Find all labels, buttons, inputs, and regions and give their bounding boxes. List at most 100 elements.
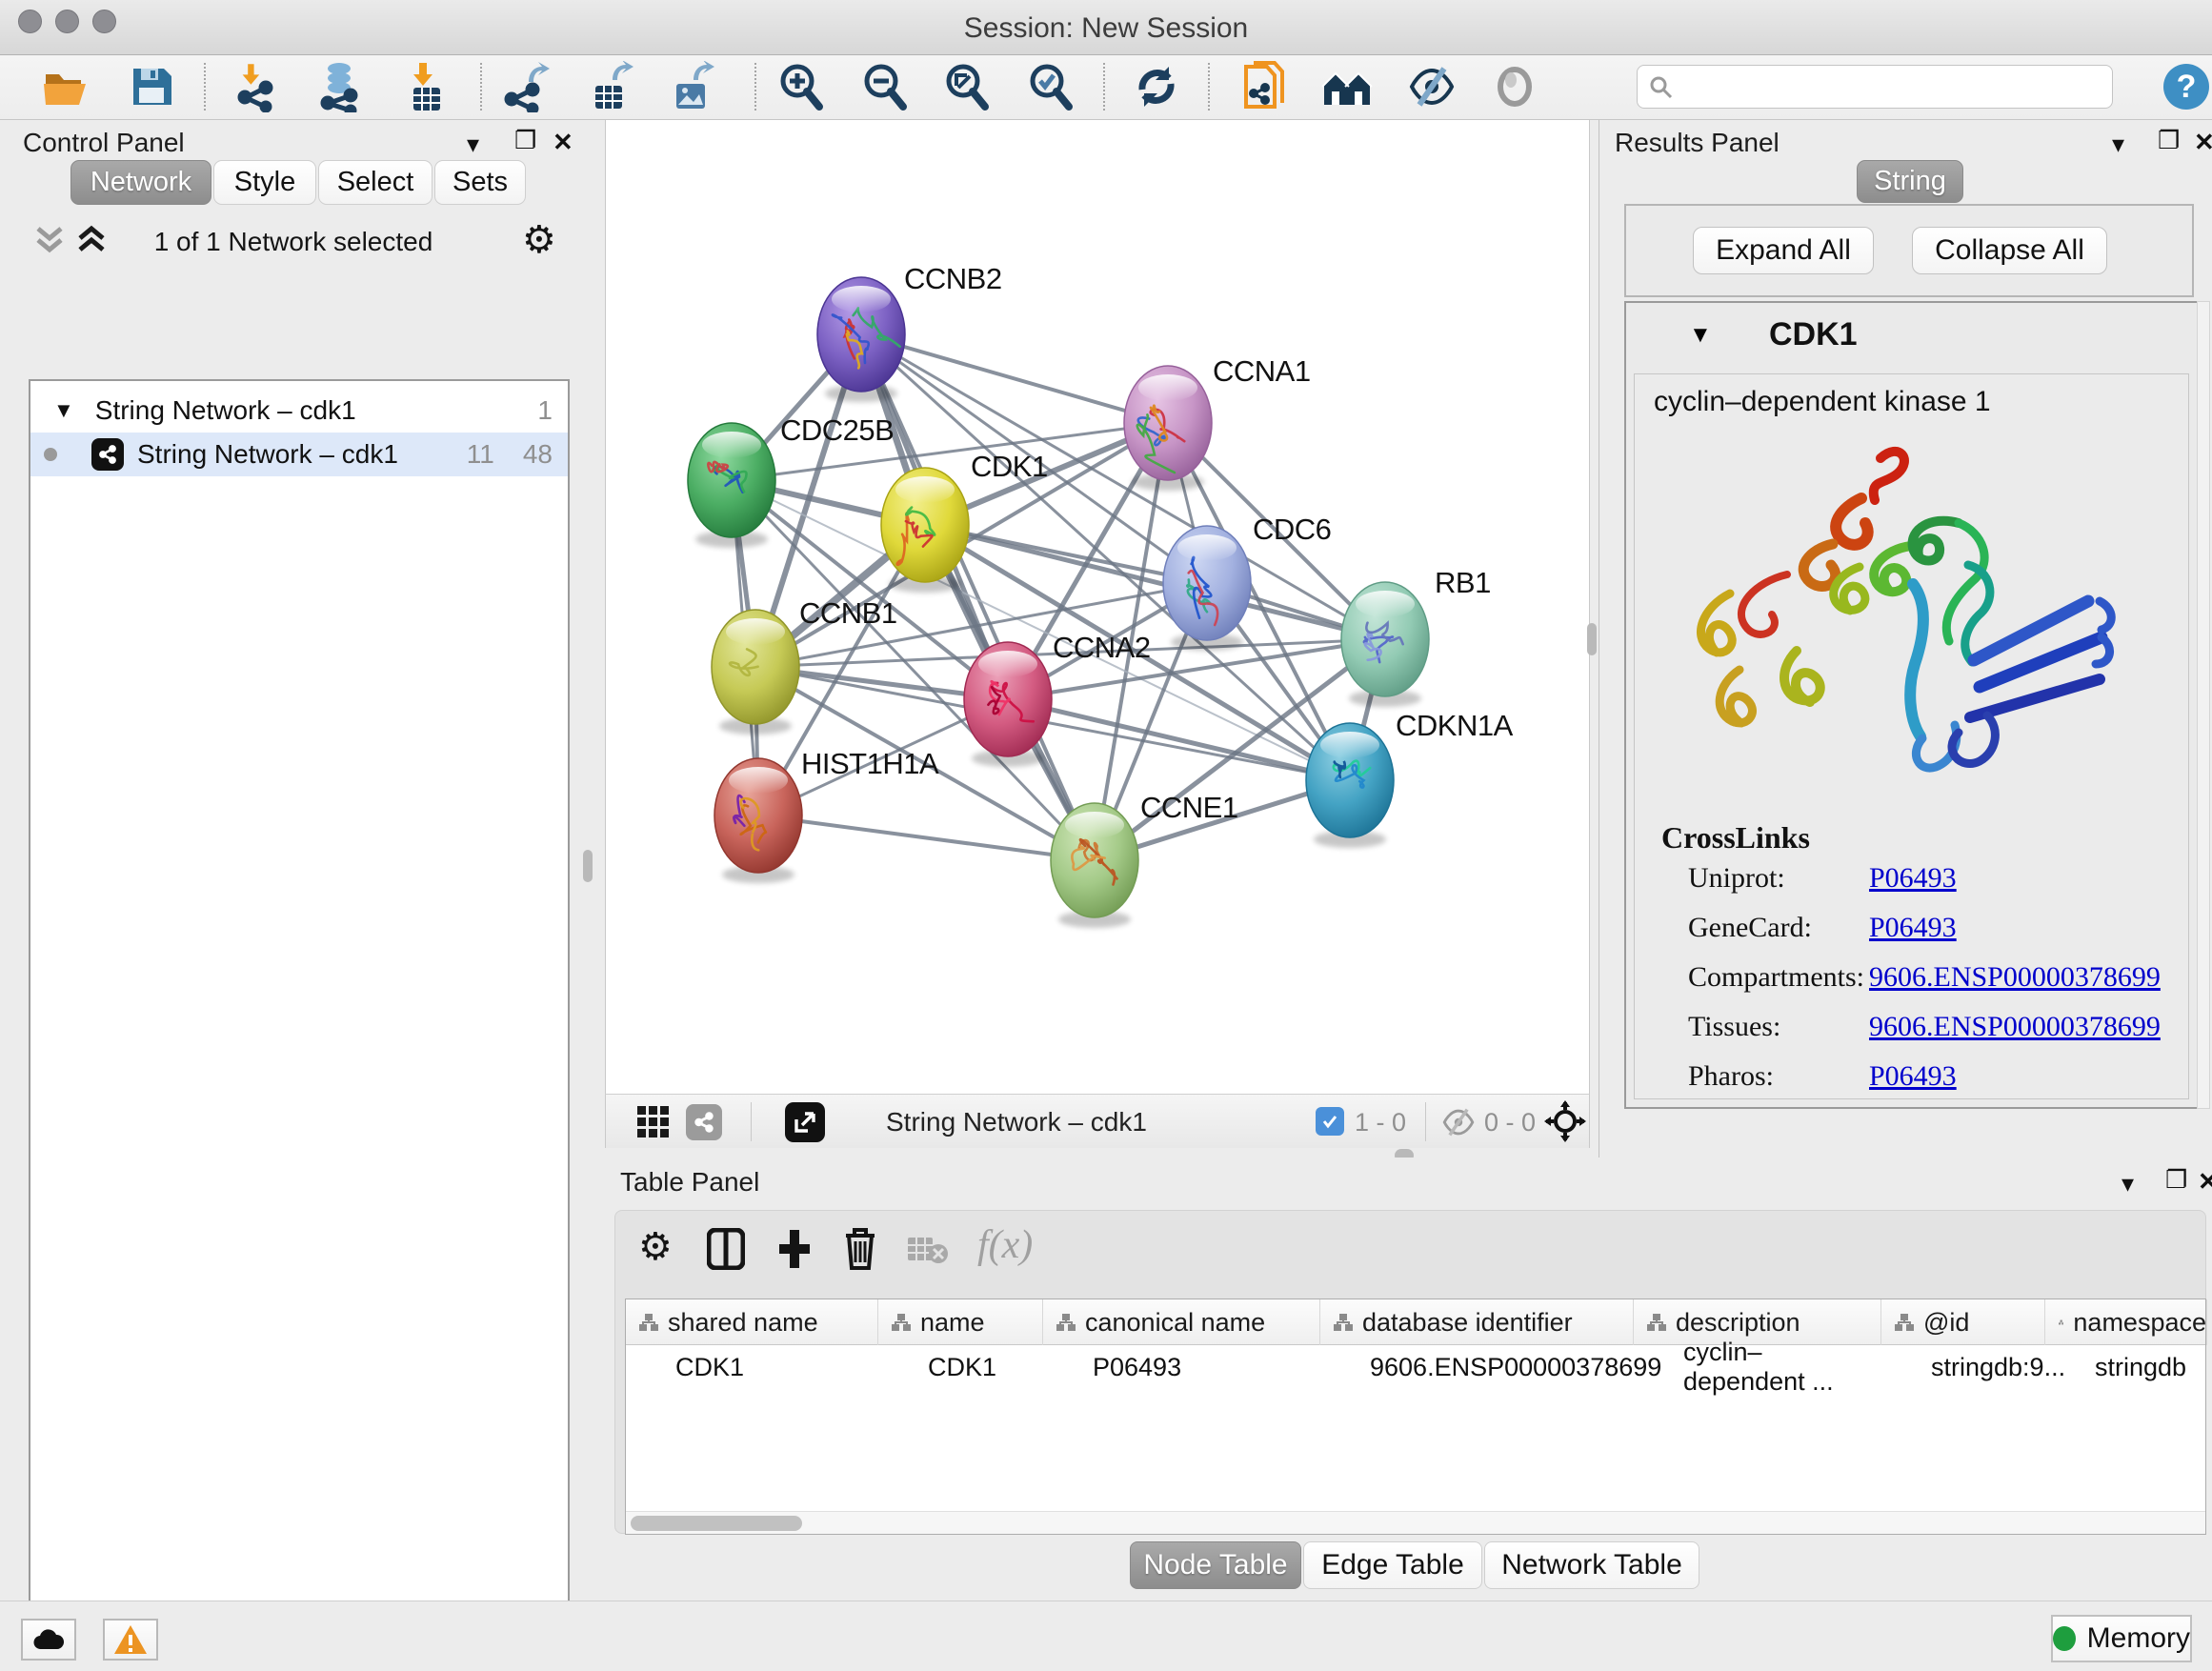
tab-edge-table[interactable]: Edge Table (1303, 1541, 1482, 1589)
network-node-CCNE1[interactable]: CCNE1 (1051, 791, 1238, 928)
cell-description[interactable]: cyclin–dependent ... (1634, 1345, 1881, 1389)
control-panel-float-icon[interactable]: ❐ (514, 126, 536, 155)
grid-view-icon[interactable] (636, 1105, 671, 1139)
crosslink-link[interactable]: 9606.ENSP00000378699 (1869, 961, 2161, 994)
column-label: @id (1923, 1308, 1969, 1338)
delete-column-icon[interactable] (842, 1226, 878, 1270)
left-splitter-handle[interactable] (583, 850, 593, 882)
network-edge-CCNB2-CCNA1[interactable] (861, 334, 1168, 423)
control-panel-menu-icon[interactable]: ▾ (467, 130, 479, 159)
network-node-CCNB2[interactable]: CCNB2 (817, 262, 1002, 402)
cloud-button[interactable] (21, 1619, 76, 1661)
hidden-elements-icon[interactable] (1440, 1108, 1477, 1137)
zoom-selected-icon[interactable] (1025, 61, 1076, 112)
network-share-view-icon[interactable] (686, 1104, 722, 1140)
zoom-fit-icon[interactable] (941, 61, 993, 112)
cell-database-identifier[interactable]: 9606.ENSP00000378699 (1320, 1345, 1634, 1389)
toolbar-separator (204, 63, 206, 111)
results-scrollbar[interactable] (2197, 301, 2210, 1109)
delete-table-icon[interactable] (907, 1236, 949, 1264)
zoom-out-icon[interactable] (859, 61, 911, 112)
tab-string[interactable]: String (1857, 160, 1963, 203)
save-session-icon[interactable] (126, 61, 177, 112)
table-panel-close-icon[interactable]: ✕ (2198, 1167, 2212, 1197)
export-network-icon[interactable] (500, 61, 552, 112)
column-header--id[interactable]: @id (1881, 1299, 2045, 1345)
export-table-icon[interactable] (584, 61, 635, 112)
birdseye-view-icon[interactable] (785, 1102, 825, 1142)
results-panel-float-icon[interactable]: ❐ (2158, 126, 2180, 155)
warning-button[interactable] (103, 1619, 158, 1661)
control-panel-close-icon[interactable]: ✕ (553, 128, 573, 157)
network-node-RB1[interactable]: RB1 (1341, 566, 1491, 707)
table-panel-title: Table Panel (620, 1167, 759, 1198)
right-splitter-handle[interactable] (1587, 623, 1597, 655)
scrollbar-thumb[interactable] (631, 1516, 802, 1531)
cell-shared-name[interactable]: CDK1 (626, 1345, 878, 1389)
table-panel-menu-icon[interactable]: ▾ (2122, 1169, 2134, 1198)
network-node-HIST1H1A[interactable]: HIST1H1A (714, 747, 939, 883)
column-header-name[interactable]: name (878, 1299, 1043, 1345)
export-image-icon[interactable] (667, 61, 718, 112)
results-panel-close-icon[interactable]: ✕ (2194, 128, 2212, 157)
zoom-in-icon[interactable] (775, 61, 827, 112)
crosslink-link[interactable]: P06493 (1869, 912, 1957, 944)
table-options-gear-icon[interactable]: ⚙ (638, 1228, 673, 1266)
crosslink-link[interactable]: 9606.ENSP00000378699 (1869, 1011, 2161, 1043)
results-node-section: ▼ CDK1 cyclin–dependent kinase 1 (1624, 301, 2199, 1109)
hide-glasspane-icon[interactable] (1406, 61, 1458, 112)
crosslink-label: Pharos: (1688, 1060, 1774, 1093)
node-section-header[interactable]: ▼ CDK1 (1626, 303, 2197, 373)
help-icon[interactable]: ? (2161, 61, 2212, 112)
memory-button[interactable]: Memory (2051, 1615, 2192, 1662)
collapse-all-button[interactable]: Collapse All (1912, 227, 2107, 274)
network-collection-row[interactable]: ▼ String Network – cdk1 1 (30, 389, 568, 433)
table-panel-float-icon[interactable]: ❐ (2165, 1165, 2187, 1195)
expand-all-button[interactable]: Expand All (1693, 227, 1874, 274)
cell-name[interactable]: CDK1 (878, 1345, 1043, 1389)
results-panel-menu-icon[interactable]: ▾ (2112, 130, 2124, 159)
network-options-gear-icon[interactable]: ⚙ (522, 221, 556, 259)
horizontal-scrollbar[interactable] (626, 1511, 2205, 1534)
network-row[interactable]: String Network – cdk1 11 48 (30, 433, 568, 476)
search-input[interactable] (1637, 65, 2113, 109)
import-table-icon[interactable] (400, 61, 452, 112)
tab-style[interactable]: Style (213, 160, 316, 205)
node-label-HIST1H1A: HIST1H1A (801, 747, 939, 780)
expand-all-icon[interactable] (76, 223, 114, 257)
open-session-icon[interactable] (40, 61, 91, 112)
column-header-namespace[interactable]: namespace (2045, 1299, 2207, 1345)
cell--id[interactable]: stringdb:9... (1881, 1345, 2045, 1389)
refresh-view-icon[interactable] (1131, 61, 1182, 112)
results-actions-box: Expand All Collapse All (1624, 204, 2194, 297)
cell-namespace[interactable]: stringdb (2045, 1345, 2207, 1389)
shared-column-icon (639, 1313, 658, 1332)
import-network-from-database-icon[interactable] (314, 61, 366, 112)
tab-network-table[interactable]: Network Table (1484, 1541, 1699, 1589)
column-header-canonical-name[interactable]: canonical name (1043, 1299, 1320, 1345)
show-columns-icon[interactable] (707, 1228, 745, 1270)
network-canvas[interactable]: CCNB2CCNA1CDC25BCDK1CDC6RB1CCNB1CCNA2CDK… (605, 120, 1590, 1094)
tab-network[interactable]: Network (70, 160, 211, 205)
share-document-icon[interactable] (1238, 61, 1290, 112)
column-header-shared-name[interactable]: shared name (626, 1299, 878, 1345)
selected-checkbox-icon[interactable] (1316, 1107, 1344, 1136)
crosslink-link[interactable]: P06493 (1869, 1060, 1957, 1093)
cell-canonical-name[interactable]: P06493 (1043, 1345, 1320, 1389)
collapse-all-icon[interactable] (34, 223, 72, 257)
string-home-icon[interactable] (1321, 61, 1373, 112)
show-glasspane-icon[interactable] (1489, 61, 1540, 112)
pan-tool-icon[interactable] (1544, 1100, 1586, 1142)
network-node-CDKN1A[interactable]: CDKN1A (1306, 709, 1514, 848)
create-column-icon[interactable] (775, 1228, 814, 1270)
tab-sets[interactable]: Sets (434, 160, 526, 205)
network-node-CDC6[interactable]: CDC6 (1163, 513, 1331, 651)
section-collapse-arrow-icon[interactable]: ▼ (1689, 322, 1712, 349)
tree-expand-arrow-icon[interactable]: ▼ (53, 398, 74, 423)
tab-node-table[interactable]: Node Table (1130, 1541, 1301, 1589)
column-header-database-identifier[interactable]: database identifier (1320, 1299, 1634, 1345)
network-edge-HIST1H1A-CCNE1[interactable] (758, 815, 1095, 860)
import-network-icon[interactable] (233, 61, 285, 112)
crosslink-link[interactable]: P06493 (1869, 862, 1957, 895)
tab-select[interactable]: Select (318, 160, 432, 205)
